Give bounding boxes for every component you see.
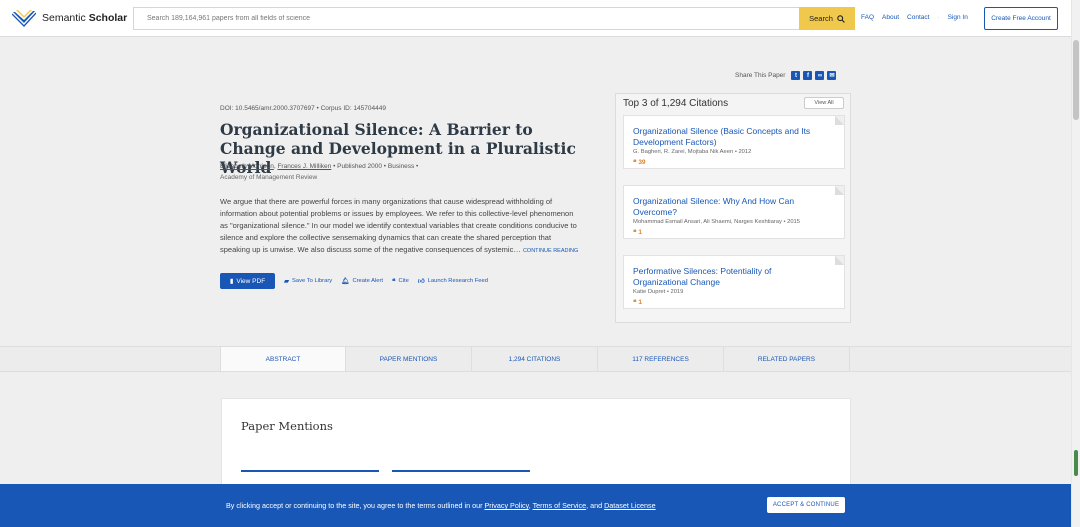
paper-authors: Elizabeth Morrison, Frances J. Milliken … — [220, 163, 419, 170]
citations-heading: Top 3 of 1,294 Citations — [623, 98, 729, 109]
nav-faq[interactable]: FAQ — [861, 14, 874, 21]
citation-count-value: 1 — [638, 229, 642, 236]
nav-contact[interactable]: Contact — [907, 14, 929, 21]
continue-reading-link[interactable]: CONTINUE READING — [523, 248, 578, 254]
tab-abstract[interactable]: ABSTRACT — [220, 347, 346, 371]
bell-icon: 🔔︎ — [341, 278, 350, 285]
search-button[interactable]: Search — [799, 7, 855, 30]
tab-references[interactable]: 117 REFERENCES — [598, 347, 724, 371]
citation-card[interactable]: Performative Silences: Potentiality of O… — [623, 255, 845, 309]
dataset-license-link[interactable]: Dataset License — [604, 501, 656, 510]
tab-related-papers[interactable]: RELATED PAPERS — [724, 347, 850, 371]
citation-card[interactable]: Organizational Silence (Basic Concepts a… — [623, 115, 845, 169]
citation-authors: G. Bagheri, R. Zarei, Mojtaba Nik Aeen •… — [633, 149, 752, 155]
card-fold — [835, 186, 844, 195]
author-link[interactable]: Frances J. Milliken — [277, 163, 331, 170]
search-icon — [837, 14, 845, 23]
cookie-text: By clicking accept or continuing to the … — [226, 501, 656, 510]
citation-card[interactable]: Organizational Silence: Why And How Can … — [623, 185, 845, 239]
citation-authors: Mohammad Esmail Ansari, Ali Shaemi, Narg… — [633, 219, 800, 225]
header-nav: FAQ About Contact · Sign In — [861, 14, 976, 21]
citation-count-value: 1 — [638, 299, 642, 306]
citation-title[interactable]: Organizational Silence: Why And How Can … — [633, 196, 828, 218]
cite-button[interactable]: ❝ Cite — [392, 277, 409, 285]
cookie-banner: By clicking accept or continuing to the … — [0, 484, 1071, 527]
top-header: Semantic Scholar Search FAQ About Contac… — [0, 0, 1080, 37]
nav-about[interactable]: About — [882, 14, 899, 21]
search-button-label: Search — [809, 14, 833, 23]
top-citations-panel: Top 3 of 1,294 Citations View All Organi… — [615, 93, 851, 323]
citation-title[interactable]: Organizational Silence (Basic Concepts a… — [633, 126, 828, 148]
citation-authors: Katie Dupret • 2019 — [633, 289, 684, 295]
nav-sign-in[interactable]: Sign In — [948, 14, 968, 21]
privacy-policy-link[interactable]: Privacy Policy — [485, 501, 529, 510]
cookie-separator: , and — [586, 501, 605, 510]
citation-count: ❝ 1 — [633, 298, 642, 306]
journal-name: Academy of Management Review — [220, 174, 318, 181]
twitter-icon[interactable]: t — [791, 71, 801, 80]
share-label: Share This Paper — [735, 72, 786, 79]
create-account-button[interactable]: Create Free Account — [984, 7, 1058, 30]
citation-count: ❝ 39 — [633, 158, 646, 166]
abstract-body: We argue that there are powerful forces … — [220, 197, 577, 254]
email-icon[interactable]: ✉ — [827, 71, 837, 80]
thumbs-up-icon: 👍︎ — [417, 278, 425, 285]
logo-text: Semantic Scholar — [42, 12, 128, 24]
page-scrollbar[interactable] — [1071, 0, 1080, 527]
feed-label: Launch Research Feed — [427, 278, 488, 284]
abstract-text: We argue that there are powerful forces … — [220, 196, 580, 257]
publication-info: • Published 2000 • Business • — [331, 163, 419, 170]
scrollbar-thumb[interactable] — [1073, 40, 1079, 120]
citation-title[interactable]: Performative Silences: Potentiality of O… — [633, 266, 828, 288]
cite-label: Cite — [398, 278, 409, 284]
citation-count: ❝ 1 — [633, 228, 642, 236]
section-title: Paper Mentions — [241, 419, 333, 433]
pdf-icon: ▮ — [229, 278, 234, 285]
tab-citations[interactable]: 1,294 CITATIONS — [472, 347, 598, 371]
logo-icon — [12, 10, 36, 27]
link-icon[interactable]: ∞ — [815, 71, 825, 80]
alert-label: Create Alert — [352, 278, 384, 284]
accept-continue-button[interactable]: ACCEPT & CONTINUE — [767, 497, 845, 513]
loading-placeholder — [241, 470, 379, 472]
view-pdf-button[interactable]: ▮ View PDF — [220, 273, 275, 289]
facebook-icon[interactable]: f — [803, 71, 813, 80]
card-fold — [835, 116, 844, 125]
save-label: Save To Library — [292, 278, 333, 284]
view-all-button[interactable]: View All — [804, 97, 844, 109]
author-link[interactable]: Elizabeth Morrison — [220, 163, 274, 170]
citation-count-value: 39 — [638, 159, 646, 166]
quote-icon: ❝ — [392, 278, 396, 285]
save-to-library-button[interactable]: ▰ Save To Library — [284, 277, 332, 285]
terms-of-service-link[interactable]: Terms of Service — [533, 501, 587, 510]
search-input[interactable] — [133, 7, 799, 30]
loading-placeholder — [392, 470, 530, 472]
view-pdf-label: View PDF — [236, 277, 266, 285]
doi-corpus-id: DOI: 10.5465/amr.2000.3707697 • Corpus I… — [220, 105, 386, 112]
paper-actions: ▮ View PDF ▰ Save To Library 🔔︎ Create Ale… — [220, 273, 497, 289]
share-paper: Share This Paper t f ∞ ✉ — [735, 71, 837, 80]
scrollbar-marker — [1074, 450, 1078, 476]
bookmark-icon: ▰ — [284, 278, 289, 285]
nav-divider: · — [937, 14, 940, 21]
cookie-text-prefix: By clicking accept or continuing to the … — [226, 501, 485, 510]
launch-research-feed-button[interactable]: 👍︎ Launch Research Feed — [418, 277, 488, 285]
tab-paper-mentions[interactable]: PAPER MENTIONS — [346, 347, 472, 371]
semantic-scholar-logo[interactable]: Semantic Scholar — [12, 8, 127, 28]
paper-tabs: ABSTRACT PAPER MENTIONS 1,294 CITATIONS … — [0, 346, 1071, 372]
card-fold — [835, 256, 844, 265]
create-alert-button[interactable]: 🔔︎ Create Alert — [341, 277, 383, 285]
